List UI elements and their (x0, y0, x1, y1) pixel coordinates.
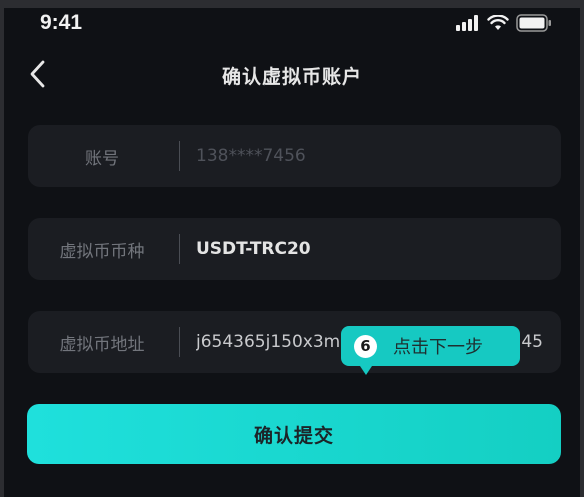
field-divider (179, 141, 180, 171)
status-bar: 9:41 (4, 8, 580, 42)
phone-screen: 9:41 确认虚拟币账户 账号 138****7456 虚拟币币种 USDT-T… (4, 8, 580, 497)
wallet-address-label: 虚拟币地址 (59, 334, 145, 355)
currency-type-value: USDT-TRC20 (196, 239, 311, 259)
wallet-address-tail: 45 (521, 332, 543, 352)
account-field: 账号 138****7456 (28, 125, 561, 187)
step-number-badge: 6 (354, 334, 377, 358)
field-divider (179, 327, 180, 357)
account-value: 138****7456 (196, 146, 306, 166)
signal-icon (456, 15, 478, 31)
currency-type-label: 虚拟币币种 (59, 241, 145, 262)
submit-label: 确认提交 (253, 424, 334, 447)
guide-tooltip: 6 点击下一步 (341, 326, 520, 375)
currency-type-field: 虚拟币币种 USDT-TRC20 (28, 218, 561, 280)
status-time: 9:41 (40, 11, 83, 34)
page-title: 确认虚拟币账户 (221, 66, 362, 88)
wifi-icon (487, 15, 509, 30)
wallet-address-text: j654365j150x3m (196, 332, 341, 352)
account-label: 账号 (85, 148, 119, 169)
battery-icon (516, 14, 551, 32)
tooltip-text: 点击下一步 (393, 337, 483, 358)
nav-bar: 确认虚拟币账户 (4, 50, 580, 98)
confirm-submit-button[interactable]: 确认提交 (27, 404, 561, 464)
field-divider (179, 234, 180, 264)
status-icons (456, 14, 552, 32)
